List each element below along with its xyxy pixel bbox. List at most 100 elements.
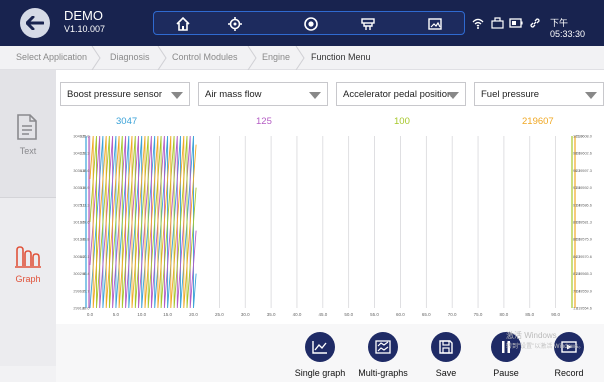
battery-icon (509, 15, 523, 31)
pid-selector-1[interactable]: Boost pressure sensor (60, 82, 190, 106)
text-document-icon (17, 114, 37, 140)
y-tick-label-right: 219575.9 (576, 238, 592, 242)
x-tick-label: 10.0 (137, 312, 146, 317)
screenshot-image-icon[interactable] (426, 15, 444, 33)
pid-value-2: 125 (256, 116, 272, 127)
back-arrow-icon (26, 16, 44, 30)
y-tick-label-right: 219565.3 (576, 272, 592, 276)
y-tick-label-left: 122.3 (80, 152, 90, 156)
x-tick-label: 20.0 (189, 312, 198, 317)
single-graph-label: Single graph (294, 368, 346, 378)
y-tick-label-right: 219592.0 (576, 186, 592, 190)
windows-activation-watermark-sub: 转到"设置"以激活 Windows。 (506, 344, 585, 350)
y-tick-label-right: 219570.6 (576, 255, 592, 259)
save-floppy-icon (439, 340, 453, 354)
pid-value-1: 3047 (116, 116, 138, 127)
pid-selector-3[interactable]: Accelerator pedal position (336, 82, 466, 106)
x-tick-label: 65.0 (422, 312, 431, 317)
pid-selector-4-label: Fuel pressure (481, 89, 540, 100)
x-tick-label: 55.0 (370, 312, 379, 317)
vehicle-connection-icon (491, 15, 504, 31)
y-tick-label-right: 219597.3 (576, 169, 592, 173)
pid-selector-1-label: Boost pressure sensor (67, 89, 163, 100)
pid-selector-2-label: Air mass flow (205, 89, 262, 100)
vci-connector-icon[interactable] (359, 15, 377, 33)
breadcrumb-control-modules[interactable]: Control Modules (172, 52, 238, 62)
y-tick-label-left: 118.6 (80, 169, 89, 173)
y-tick-label-left: 111.3 (81, 203, 90, 207)
pid-value-3: 100 (394, 116, 410, 127)
record-dot-icon[interactable] (302, 15, 320, 33)
x-tick-label: 45.0 (318, 312, 327, 317)
wifi-icon (472, 15, 484, 31)
y-tick-label-right: 219554.6 (576, 307, 592, 311)
y-tick-label-left: 89.0 (82, 307, 89, 311)
dropdown-arrow-icon (171, 92, 183, 99)
live-data-chart: 0.0 5.0 10.0 15.0 20.0 25.0 30.0 35.0 40.0 45.0 50… (73, 135, 592, 318)
breadcrumb-engine[interactable]: Engine (262, 52, 290, 62)
y-tick-label-left: 92.7 (82, 289, 89, 293)
y-tick-label-right: 219586.6 (576, 203, 592, 207)
y-tick-label-left: 103.8 (80, 238, 90, 242)
x-tick-label: 60.0 (396, 312, 405, 317)
x-tick-label: 0.0 (87, 312, 94, 317)
breadcrumb: Select Application Diagnosis Control Mod… (0, 46, 604, 70)
y-tick-label-right: 219608.0 (576, 135, 592, 139)
back-button[interactable] (20, 8, 50, 38)
x-tick-label: 40.0 (293, 312, 302, 317)
breadcrumb-select-application[interactable]: Select Application (16, 52, 87, 62)
dropdown-arrow-icon (447, 92, 459, 99)
single-graph-button[interactable]: Single graph (284, 332, 356, 378)
breadcrumb-chevron-icon (91, 46, 101, 70)
y-tick-label-left: 100.1 (80, 255, 90, 259)
pid-selector-4[interactable]: Fuel pressure (474, 82, 604, 106)
dropdown-arrow-icon (585, 92, 597, 99)
tab-graph[interactable]: Graph (0, 198, 56, 366)
x-tick-label: 75.0 (474, 312, 483, 317)
x-tick-label: 30.0 (241, 312, 250, 317)
x-tick-label: 35.0 (267, 312, 276, 317)
tab-text-label: Text (19, 146, 37, 156)
pause-label: Pause (493, 368, 519, 378)
link-icon (529, 15, 541, 31)
tab-text[interactable]: Text (0, 70, 56, 198)
x-tick-label: 90.0 (551, 312, 560, 317)
graph-bars-icon (15, 246, 41, 268)
x-tick-label: 80.0 (500, 312, 509, 317)
multi-graphs-label: Multi-graphs (358, 368, 408, 378)
x-tick-label: 5.0 (113, 312, 120, 317)
app-version: V1.10.007 (64, 24, 106, 34)
y-tick-label-left: 114.9 (80, 186, 89, 190)
single-graph-icon (312, 341, 327, 354)
x-tick-label: 15.0 (163, 312, 172, 317)
tab-graph-label: Graph (15, 274, 41, 284)
settings-gear-icon[interactable] (226, 15, 244, 33)
system-toolbar (153, 11, 465, 35)
breadcrumb-chevron-icon (247, 46, 257, 70)
pid-selector-2[interactable]: Air mass flow (198, 82, 328, 106)
top-bar: DEMO V1.10.007 下午 05:33:30 (0, 0, 604, 46)
x-tick-label: 85.0 (525, 312, 534, 317)
breadcrumb-chevron-icon (295, 46, 305, 70)
y-tick-label-left: 107.6 (80, 221, 90, 225)
windows-activation-watermark: 激活 Windows (506, 331, 557, 340)
breadcrumb-diagnosis[interactable]: Diagnosis (110, 52, 150, 62)
multi-graphs-icon (375, 340, 391, 354)
home-icon[interactable] (174, 15, 192, 33)
graph-panel: Boost pressure sensor Air mass flow Acce… (56, 70, 604, 366)
y-tick-label-left: 96.4 (82, 272, 89, 276)
x-tick-label: 25.0 (215, 312, 224, 317)
x-tick-label: 70.0 (448, 312, 457, 317)
pid-value-4: 219607 (522, 116, 554, 127)
y-tick-label-right: 219581.3 (576, 221, 592, 225)
breadcrumb-function-menu: Function Menu (311, 52, 371, 62)
view-sidebar: Text Graph (0, 70, 56, 366)
clock-time: 下午 05:33:30 (550, 18, 586, 39)
x-tick-label: 50.0 (344, 312, 353, 317)
breadcrumb-chevron-icon (157, 46, 167, 70)
dropdown-arrow-icon (309, 92, 321, 99)
multi-graphs-button[interactable]: Multi-graphs (347, 332, 419, 378)
pid-selector-3-label: Accelerator pedal position (343, 89, 453, 100)
record-label: Record (554, 368, 584, 378)
y-tick-label-left: 125.0 (80, 135, 90, 139)
